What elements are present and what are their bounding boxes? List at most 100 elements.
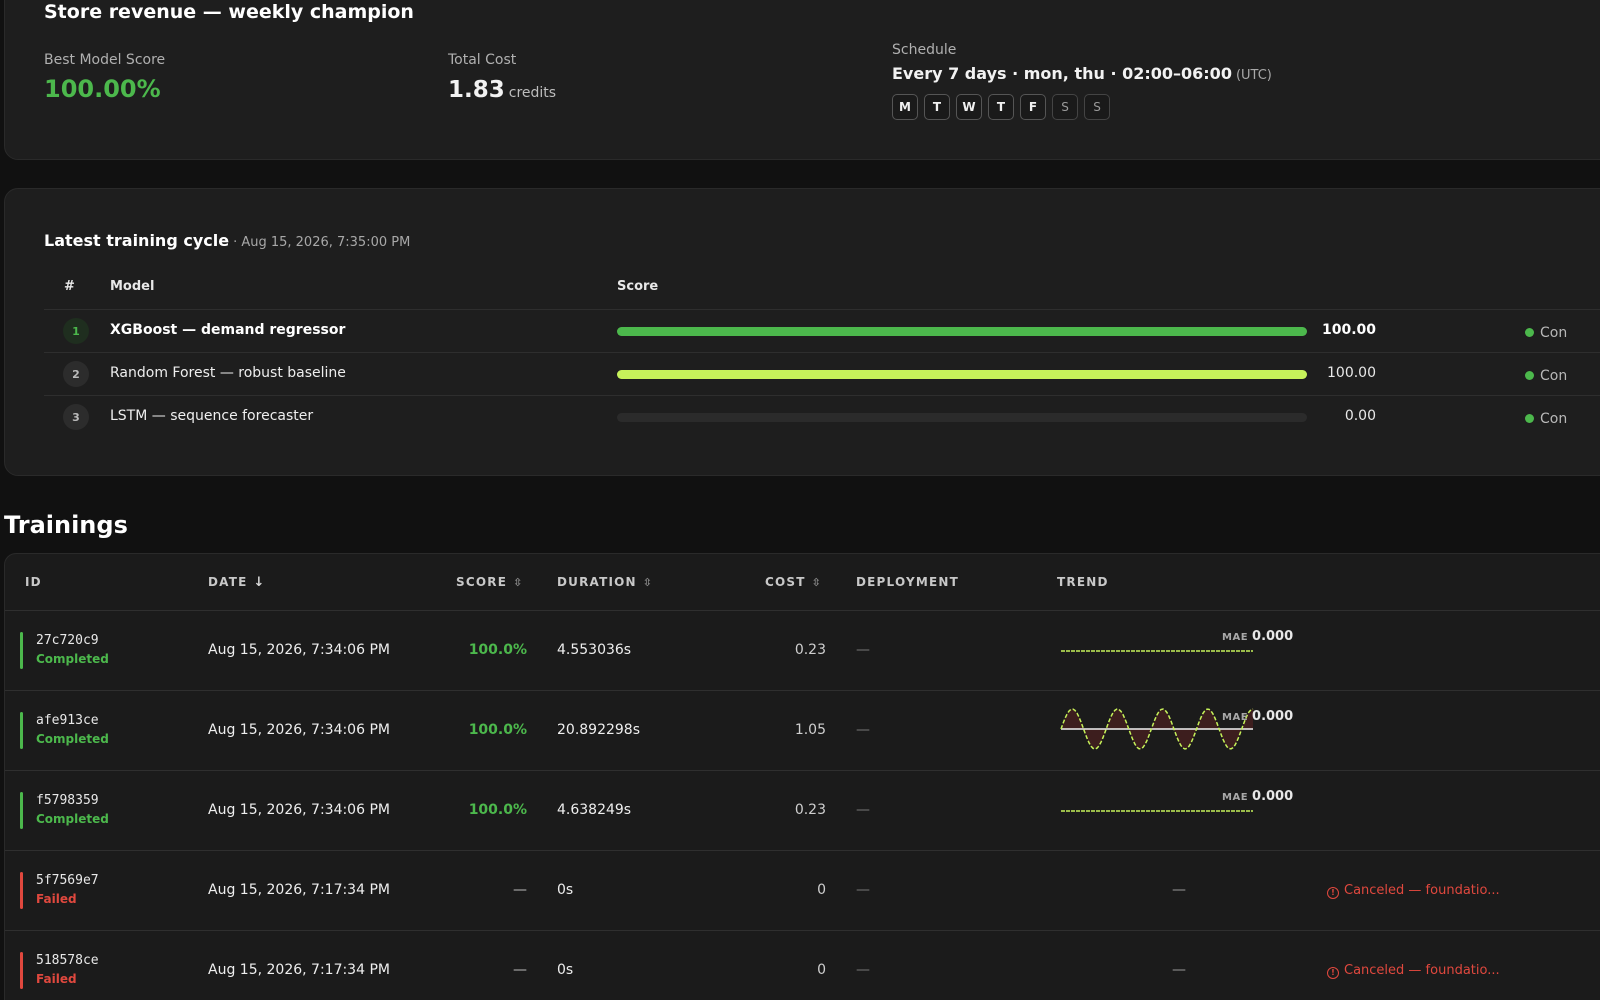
mae-value: 0.000 [1252,629,1294,644]
run-date: Aug 15, 2026, 7:17:34 PM [208,962,390,978]
col-duration-label: DURATION [557,575,637,589]
run-duration: 0s [557,882,574,898]
col-rank-header: # [64,279,75,294]
mae-value: 0.000 [1252,709,1294,724]
score-bar-track [617,413,1307,422]
trend-placeholder: — [1172,882,1186,898]
status-indicator: Con [1525,365,1567,384]
run-deployment: — [856,642,870,658]
col-model-header: Model [110,279,155,294]
run-duration: 4.553036s [557,642,632,658]
rank-badge: 1 [63,318,89,344]
total-cost-value: 1.83 [448,77,505,103]
error-message[interactable]: ! Canceled — foundatio... [1327,963,1500,979]
model-name: Random Forest — robust baseline [110,365,346,381]
run-score: 100.0% [468,722,527,738]
schedule-timezone: (UTC) [1235,68,1272,83]
trainings-table: ID DATE ↓ SCORE ⇳ DURATION ⇳ COST ⇳ DEPLOYME… [4,553,1600,1000]
day-box: S [1084,94,1110,120]
col-cost-header[interactable]: COST ⇳ [765,575,821,589]
sort-icon: ⇳ [513,576,523,589]
alert-icon: ! [1327,887,1339,899]
error-message[interactable]: ! Canceled — foundatio... [1327,883,1500,899]
run-id[interactable]: 5f7569e7 [36,873,99,888]
model-name: LSTM — sequence forecaster [110,408,314,424]
alert-icon: ! [1327,967,1339,979]
trend-mae: MAE 0.000 [1222,625,1293,644]
table-row[interactable]: afe913ce Completed Aug 15, 2026, 7:34:06 P… [5,690,1600,770]
best-score-label: Best Model Score [44,52,166,68]
day-box: W [956,94,982,120]
run-deployment: — [856,722,870,738]
run-id[interactable]: 27c720c9 [36,633,99,648]
trend-mae: MAE 0.000 [1222,785,1293,804]
run-id[interactable]: 518578ce [36,953,99,968]
cycle-title: Latest training cycle [44,231,230,250]
run-cost: 0 [817,882,826,898]
mae-label: MAE [1222,632,1249,643]
status-text: Con [1540,325,1568,341]
run-score: 100.0% [468,642,527,658]
divider [44,309,1600,310]
run-status: Completed [36,812,109,826]
run-date: Aug 15, 2026, 7:34:06 PM [208,642,390,658]
run-duration: 0s [557,962,574,978]
table-row[interactable]: 27c720c9 Completed Aug 15, 2026, 7:34:06 P… [5,610,1600,690]
schedule-days: MTWTFSS [892,94,1110,120]
col-date-label: DATE [208,575,248,589]
col-score-label: SCORE [456,575,508,589]
total-cost-label: Total Cost [448,52,517,68]
status-dot-icon [1525,328,1534,337]
total-cost: 1.83 credits [448,77,556,103]
run-deployment: — [856,882,870,898]
run-score: — [513,962,527,978]
score-value: 100.00 [1327,365,1376,381]
col-date-header[interactable]: DATE ↓ [208,575,264,590]
error-text: Canceled — foundatio... [1344,883,1500,898]
divider [44,352,1600,353]
col-duration-header[interactable]: DURATION ⇳ [557,575,652,589]
status-dot-icon [1525,414,1534,423]
page-title: Store revenue — weekly champion [44,1,414,23]
col-cost-label: COST [765,575,806,589]
table-row[interactable]: 5f7569e7 Failed Aug 15, 2026, 7:17:34 PM — 0… [5,850,1600,930]
sort-icon: ⇳ [811,576,821,589]
run-id[interactable]: afe913ce [36,713,99,728]
latest-cycle-card: Latest training cycle · Aug 15, 2026, 7:3… [4,188,1600,476]
run-cost: 0.23 [794,802,826,818]
col-score-header[interactable]: SCORE ⇳ [456,575,522,589]
col-id-header[interactable]: ID [25,575,42,589]
mae-label: MAE [1222,712,1249,723]
sort-desc-icon: ↓ [253,575,265,590]
model-name: XGBoost — demand regressor [110,322,346,338]
run-score: — [513,882,527,898]
score-value: 100.00 [1321,322,1376,338]
run-date: Aug 15, 2026, 7:17:34 PM [208,882,390,898]
day-box: T [988,94,1014,120]
col-deployment-header: DEPLOYMENT [856,575,960,589]
day-box: M [892,94,918,120]
run-deployment: — [856,802,870,818]
table-row[interactable]: 518578ce Failed Aug 15, 2026, 7:17:34 PM — 0… [5,930,1600,1000]
status-indicator: Con [1525,408,1567,427]
trend-placeholder: — [1172,962,1186,978]
run-cost: 0.23 [794,642,826,658]
day-box: T [924,94,950,120]
trend-mae: MAE 0.000 [1222,705,1293,724]
score-value: 0.00 [1344,408,1376,424]
status-dot-icon [1525,371,1534,380]
status-bar [20,712,23,749]
sort-icon: ⇳ [642,576,653,589]
score-bar-track [617,327,1307,336]
run-duration: 20.892298s [557,722,641,738]
schedule-value: Every 7 days · mon, thu · 02:00–06:00 [892,64,1232,83]
col-score-header: Score [617,279,659,294]
table-row[interactable]: f5798359 Completed Aug 15, 2026, 7:34:06 P… [5,770,1600,850]
best-score-value: 100.00% [44,75,161,103]
run-id[interactable]: f5798359 [36,793,99,808]
error-text: Canceled — foundatio... [1344,963,1500,978]
day-box: S [1052,94,1078,120]
mae-label: MAE [1222,792,1249,803]
run-date: Aug 15, 2026, 7:34:06 PM [208,802,390,818]
run-status: Failed [36,972,77,986]
